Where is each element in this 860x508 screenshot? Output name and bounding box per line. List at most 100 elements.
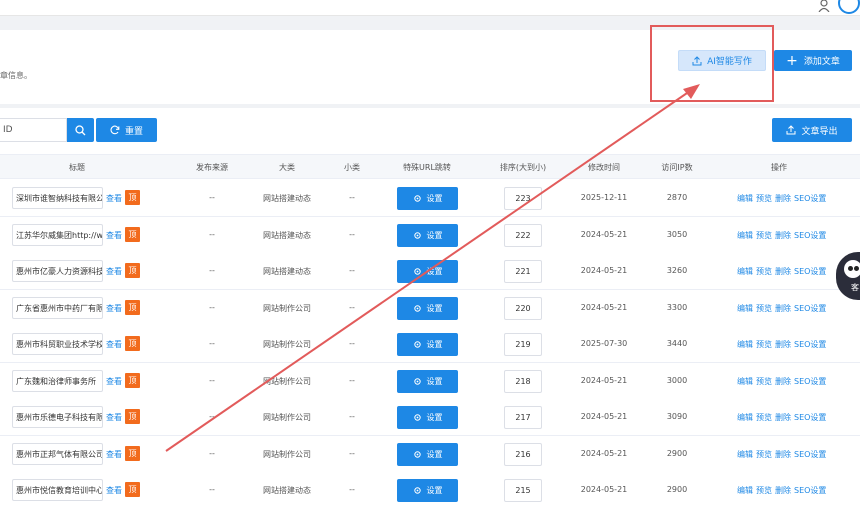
sort-input[interactable]: 217 bbox=[504, 406, 542, 429]
sort-input[interactable]: 215 bbox=[504, 479, 542, 502]
seo-settings-link[interactable]: SEO设置 bbox=[794, 304, 826, 313]
settings-label: 设置 bbox=[426, 194, 443, 203]
modified-date-cell: 2024-05-21 bbox=[580, 266, 628, 275]
view-link[interactable]: 查看 bbox=[106, 266, 122, 277]
view-link[interactable]: 查看 bbox=[106, 376, 122, 387]
url-settings-button[interactable]: 设置 bbox=[397, 260, 458, 283]
title-field[interactable]: 广东省惠州市中药厂有限 bbox=[12, 296, 103, 319]
preview-link[interactable]: 预览 bbox=[756, 267, 772, 276]
sort-input[interactable]: 220 bbox=[504, 296, 542, 320]
pin-top-button[interactable]: 顶 bbox=[125, 409, 140, 424]
seo-settings-link[interactable]: SEO设置 bbox=[794, 340, 826, 349]
title-field[interactable]: 江苏华尔威集团http://w bbox=[12, 223, 103, 246]
edit-link[interactable]: 编辑 bbox=[737, 413, 753, 422]
seo-settings-link[interactable]: SEO设置 bbox=[794, 450, 826, 459]
view-link[interactable]: 查看 bbox=[106, 230, 122, 241]
source-cell: -- bbox=[209, 375, 215, 385]
user-icon[interactable] bbox=[817, 0, 831, 12]
delete-link[interactable]: 删除 bbox=[775, 486, 791, 495]
view-link[interactable]: 查看 bbox=[106, 193, 122, 204]
view-link[interactable]: 查看 bbox=[106, 449, 122, 460]
view-link[interactable]: 查看 bbox=[106, 485, 122, 496]
pin-top-button[interactable]: 顶 bbox=[125, 482, 140, 497]
seo-settings-link[interactable]: SEO设置 bbox=[794, 194, 826, 203]
pin-top-button[interactable]: 顶 bbox=[125, 336, 140, 351]
export-articles-button[interactable]: 文章导出 bbox=[772, 118, 852, 142]
view-link[interactable]: 查看 bbox=[106, 412, 122, 423]
source-cell: -- bbox=[209, 229, 215, 239]
preview-link[interactable]: 预览 bbox=[756, 413, 772, 422]
delete-link[interactable]: 删除 bbox=[775, 377, 791, 386]
edit-link[interactable]: 编辑 bbox=[737, 194, 753, 203]
preview-link[interactable]: 预览 bbox=[756, 231, 772, 240]
sort-input[interactable]: 219 bbox=[504, 333, 542, 356]
preview-link[interactable]: 预览 bbox=[756, 486, 772, 495]
delete-link[interactable]: 删除 bbox=[775, 450, 791, 459]
url-settings-button[interactable]: 设置 bbox=[397, 223, 458, 247]
delete-link[interactable]: 删除 bbox=[775, 304, 791, 313]
sort-input[interactable]: 221 bbox=[504, 260, 542, 283]
search-button[interactable] bbox=[67, 118, 94, 142]
delete-link[interactable]: 删除 bbox=[775, 340, 791, 349]
edit-link[interactable]: 编辑 bbox=[737, 486, 753, 495]
url-settings-button[interactable]: 设置 bbox=[397, 442, 458, 466]
source-cell: -- bbox=[209, 266, 215, 275]
sort-input[interactable]: 216 bbox=[504, 442, 542, 466]
search-input[interactable]: ID bbox=[0, 118, 67, 142]
preview-link[interactable]: 预览 bbox=[756, 194, 772, 203]
edit-link[interactable]: 编辑 bbox=[737, 231, 753, 240]
settings-label: 设置 bbox=[426, 267, 443, 276]
add-article-button[interactable]: + 添加文章 bbox=[774, 50, 852, 71]
view-link[interactable]: 查看 bbox=[106, 303, 122, 314]
pin-top-button[interactable]: 顶 bbox=[125, 445, 140, 461]
url-settings-button[interactable]: 设置 bbox=[397, 187, 458, 210]
delete-link[interactable]: 删除 bbox=[775, 413, 791, 422]
url-settings-button[interactable]: 设置 bbox=[397, 296, 458, 320]
pin-top-button[interactable]: 顶 bbox=[125, 372, 140, 388]
delete-link[interactable]: 删除 bbox=[775, 267, 791, 276]
help-circle-icon[interactable] bbox=[838, 0, 860, 14]
title-field[interactable]: 惠州市乐德电子科技有限 bbox=[12, 406, 103, 428]
modified-date-cell: 2025-07-30 bbox=[580, 339, 628, 348]
sort-input[interactable]: 222 bbox=[504, 223, 542, 247]
preview-link[interactable]: 预览 bbox=[756, 340, 772, 349]
source-cell: -- bbox=[209, 302, 215, 312]
title-field[interactable]: 深圳市谁智纳科技有限公 bbox=[12, 187, 103, 209]
pin-top-button[interactable]: 顶 bbox=[125, 299, 140, 315]
pin-top-button[interactable]: 顶 bbox=[125, 226, 140, 242]
edit-link[interactable]: 编辑 bbox=[737, 267, 753, 276]
title-field[interactable]: 广东魏和治律师事务所 bbox=[12, 369, 103, 392]
category-cell: 网站制作公司 bbox=[263, 340, 311, 349]
seo-settings-link[interactable]: SEO设置 bbox=[794, 486, 826, 495]
view-link[interactable]: 查看 bbox=[106, 339, 122, 350]
title-field[interactable]: 惠州市科贸职业技术学校 bbox=[12, 333, 103, 355]
sort-input[interactable]: 223 bbox=[504, 187, 542, 210]
pin-top-button[interactable]: 顶 bbox=[125, 190, 140, 205]
edit-link[interactable]: 编辑 bbox=[737, 450, 753, 459]
edit-link[interactable]: 编辑 bbox=[737, 340, 753, 349]
seo-settings-link[interactable]: SEO设置 bbox=[794, 377, 826, 386]
title-field[interactable]: 惠州市亿豪人力资源科技 bbox=[12, 260, 103, 282]
title-field[interactable]: 惠州市悦信教育培训中心 bbox=[12, 479, 103, 501]
edit-link[interactable]: 编辑 bbox=[737, 304, 753, 313]
title-field[interactable]: 惠州市正邦气体有限公司 bbox=[12, 442, 103, 465]
url-settings-button[interactable]: 设置 bbox=[397, 369, 458, 393]
edit-link[interactable]: 编辑 bbox=[737, 377, 753, 386]
reset-button[interactable]: 重置 bbox=[96, 118, 157, 142]
column-header-actions: 操作 bbox=[771, 163, 787, 172]
preview-link[interactable]: 预览 bbox=[756, 304, 772, 313]
preview-link[interactable]: 预览 bbox=[756, 450, 772, 459]
url-settings-button[interactable]: 设置 bbox=[397, 333, 458, 356]
delete-link[interactable]: 删除 bbox=[775, 231, 791, 240]
gear-icon bbox=[413, 268, 421, 275]
pin-top-button[interactable]: 顶 bbox=[125, 263, 140, 278]
url-settings-button[interactable]: 设置 bbox=[397, 406, 458, 429]
sort-input[interactable]: 218 bbox=[504, 369, 542, 393]
delete-link[interactable]: 删除 bbox=[775, 194, 791, 203]
url-settings-button[interactable]: 设置 bbox=[397, 479, 458, 502]
gear-icon bbox=[413, 450, 421, 458]
seo-settings-link[interactable]: SEO设置 bbox=[794, 413, 826, 422]
preview-link[interactable]: 预览 bbox=[756, 377, 772, 386]
seo-settings-link[interactable]: SEO设置 bbox=[794, 267, 826, 276]
seo-settings-link[interactable]: SEO设置 bbox=[794, 231, 826, 240]
